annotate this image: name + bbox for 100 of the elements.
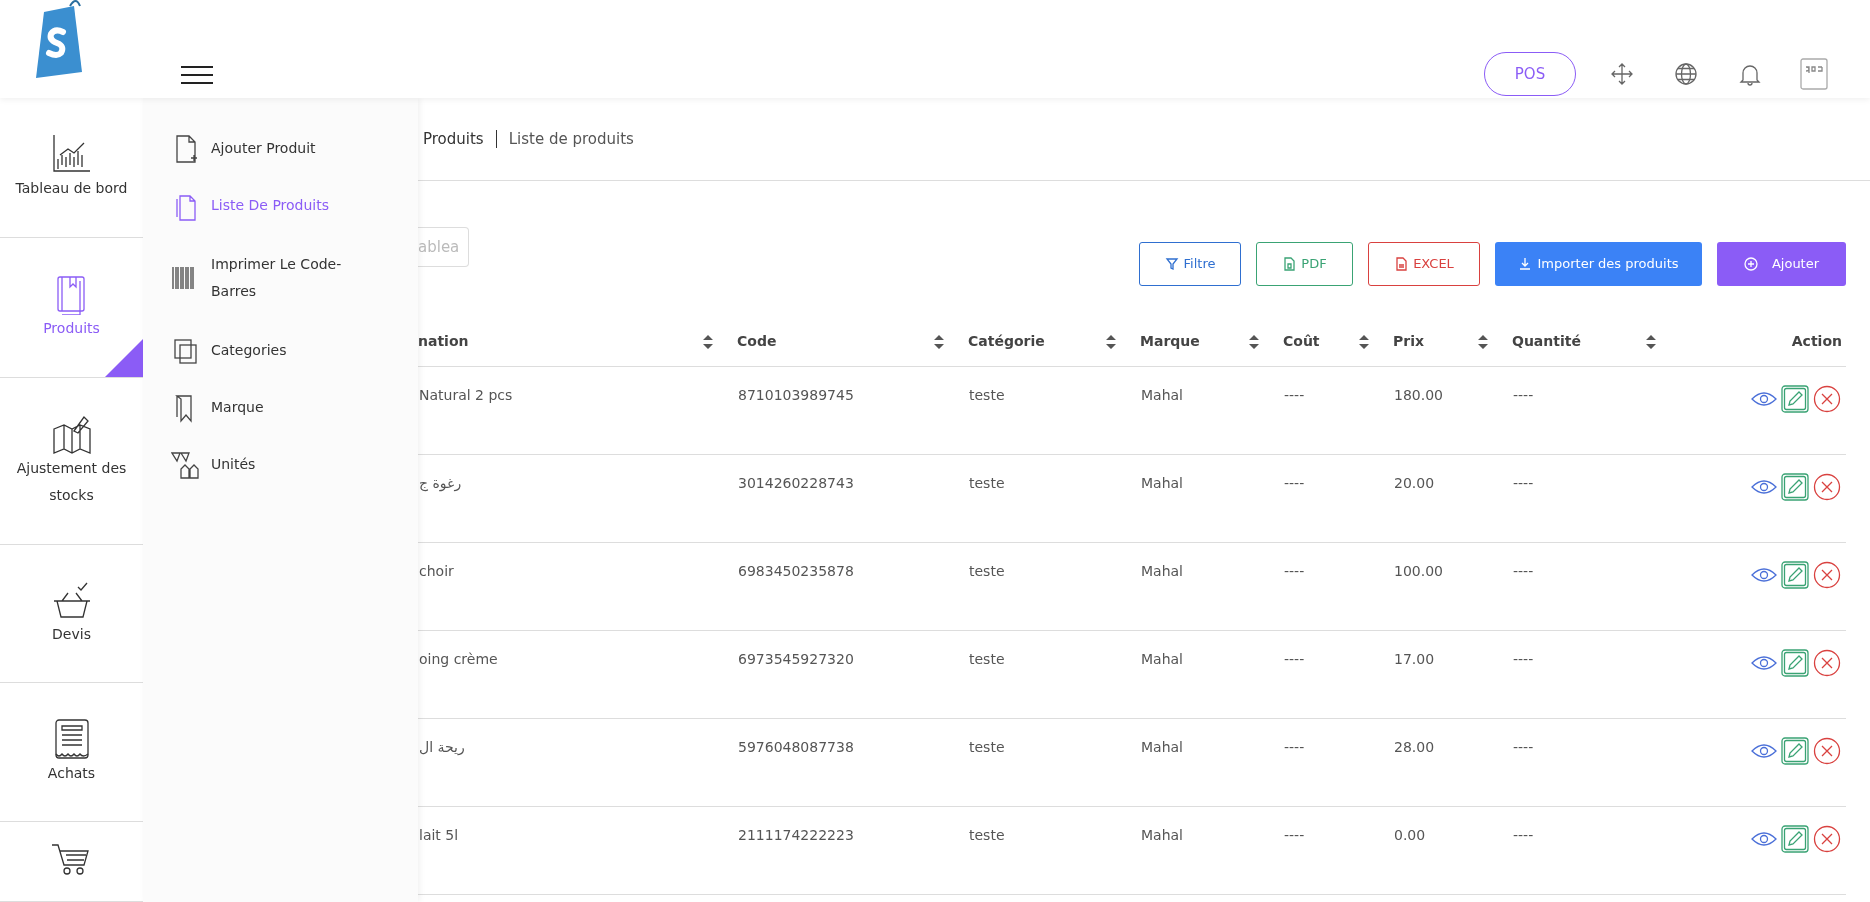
table-cell: 28.00	[1394, 738, 1435, 755]
sidebar-item[interactable]: Tableau de bord	[11, 175, 132, 202]
table-cell: ----	[1284, 474, 1305, 491]
table-cell: ----	[1513, 826, 1534, 843]
view-icon[interactable]	[1751, 566, 1777, 583]
bell-icon[interactable]	[1738, 62, 1762, 86]
table-cell: 3014260228743	[738, 474, 854, 491]
edit-icon[interactable]	[1781, 648, 1809, 677]
table-cell: Mahal	[1141, 562, 1183, 579]
view-icon[interactable]	[1751, 830, 1777, 847]
submenu-item[interactable]: Unités	[143, 436, 418, 493]
table-cell: ----	[1284, 562, 1305, 579]
table-cell: 8710103989745	[738, 386, 854, 403]
table-cell: Mahal	[1141, 826, 1183, 843]
table-cell: Mahal	[1141, 650, 1183, 667]
table-cell: 20.00	[1394, 474, 1435, 491]
delete-icon[interactable]	[1813, 824, 1841, 853]
view-icon[interactable]	[1751, 742, 1777, 759]
submenu-item[interactable]: Categories	[143, 322, 418, 379]
edit-icon[interactable]	[1781, 736, 1809, 765]
sort-icon[interactable]	[1478, 334, 1488, 349]
view-icon[interactable]	[1751, 654, 1777, 671]
table-cell: ----	[1513, 650, 1534, 667]
sort-icon[interactable]	[1646, 334, 1656, 349]
edit-icon[interactable]	[1781, 472, 1809, 501]
column-header: Code	[737, 332, 777, 352]
column-header: Action	[1791, 333, 1842, 350]
table-cell: teste	[969, 738, 1005, 755]
delete-icon[interactable]	[1813, 736, 1841, 765]
breadcrumb-link[interactable]: Liste de produits	[496, 127, 634, 151]
sort-icon[interactable]	[1249, 334, 1259, 349]
download-icon	[1518, 257, 1533, 271]
table-cell: 6973545927320	[738, 650, 854, 667]
filter-button[interactable]: Filtre	[1139, 242, 1241, 286]
edit-icon[interactable]	[1781, 824, 1809, 853]
sort-icon[interactable]	[703, 334, 713, 349]
sidebar-item[interactable]: Devis	[48, 621, 95, 648]
table-cell: lait 5l	[419, 826, 459, 843]
table-cell: 17.00	[1394, 650, 1435, 667]
table-cell: Natural 2 pcs	[419, 386, 513, 403]
submenu-item[interactable]: Marque	[143, 379, 418, 436]
menu-button[interactable]	[181, 64, 213, 85]
table-cell: Mahal	[1141, 738, 1183, 755]
table-cell: teste	[969, 386, 1005, 403]
table-cell: 180.00	[1394, 386, 1443, 403]
table-cell: oing crème	[419, 650, 498, 667]
delete-icon[interactable]	[1813, 384, 1841, 413]
submenu-item[interactable]: Imprimer Le Code-Barres	[143, 234, 418, 322]
table-cell: teste	[969, 562, 1005, 579]
table-cell: ----	[1284, 738, 1305, 755]
edit-icon[interactable]	[1781, 560, 1809, 589]
plus-circle-icon	[1743, 257, 1758, 271]
table-cell: 5976048087738	[738, 738, 854, 755]
delete-icon[interactable]	[1813, 648, 1841, 677]
table-cell: Mahal	[1141, 474, 1183, 491]
view-icon[interactable]	[1751, 390, 1777, 407]
submenu-item[interactable]: Liste De Produits	[143, 177, 418, 234]
view-icon[interactable]	[1751, 478, 1777, 495]
avatar-icon[interactable]	[1800, 58, 1828, 90]
table-cell: teste	[969, 474, 1005, 491]
table-cell: teste	[969, 650, 1005, 667]
table-cell: ----	[1513, 562, 1534, 579]
table-cell: choir	[419, 562, 454, 579]
column-header: Marque	[1140, 332, 1200, 352]
fullscreen-icon[interactable]	[1610, 62, 1634, 86]
table-cell: 6983450235878	[738, 562, 854, 579]
file-icon	[1282, 257, 1297, 271]
sort-icon[interactable]	[1106, 334, 1116, 349]
edit-icon[interactable]	[1781, 384, 1809, 413]
table-cell: ----	[1284, 650, 1305, 667]
submenu-item[interactable]: Ajouter Produit	[143, 120, 418, 177]
table-cell: ----	[1284, 386, 1305, 403]
sort-icon[interactable]	[1359, 334, 1369, 349]
table-cell: ----	[1513, 386, 1534, 403]
globe-icon[interactable]	[1674, 62, 1698, 86]
breadcrumb-link[interactable]: Produits	[423, 130, 497, 148]
table-cell: رغوة ج	[419, 474, 462, 491]
sort-icon[interactable]	[934, 334, 944, 349]
column-header: Quantité	[1512, 332, 1581, 352]
submenu-item-icon	[171, 449, 199, 480]
column-header: Coût	[1283, 332, 1320, 352]
table-cell: Mahal	[1141, 386, 1183, 403]
table-cell: ريحة ال	[419, 738, 465, 755]
table-cell: 2111174222223	[738, 826, 854, 843]
pos-button[interactable]: POS	[1484, 52, 1576, 96]
table-cell: 100.00	[1394, 562, 1443, 579]
import-button[interactable]: Importer des produits	[1495, 242, 1702, 286]
table-cell: ----	[1284, 826, 1305, 843]
file-icon	[1394, 257, 1409, 271]
add-button[interactable]: Ajouter	[1717, 242, 1846, 286]
sidebar-item[interactable]: Achats	[43, 759, 100, 787]
delete-icon[interactable]	[1813, 560, 1841, 589]
delete-icon[interactable]	[1813, 472, 1841, 501]
column-header: nation	[418, 332, 469, 352]
sidebar-item[interactable]: Produits	[39, 315, 104, 342]
filter-icon	[1164, 257, 1179, 271]
column-header: Catégorie	[968, 332, 1045, 352]
excel-button[interactable]: EXCEL	[1368, 242, 1480, 286]
search-field[interactable]: ablea	[418, 227, 469, 267]
sidebar-item[interactable]: Ajustement des stocks	[0, 455, 143, 509]
